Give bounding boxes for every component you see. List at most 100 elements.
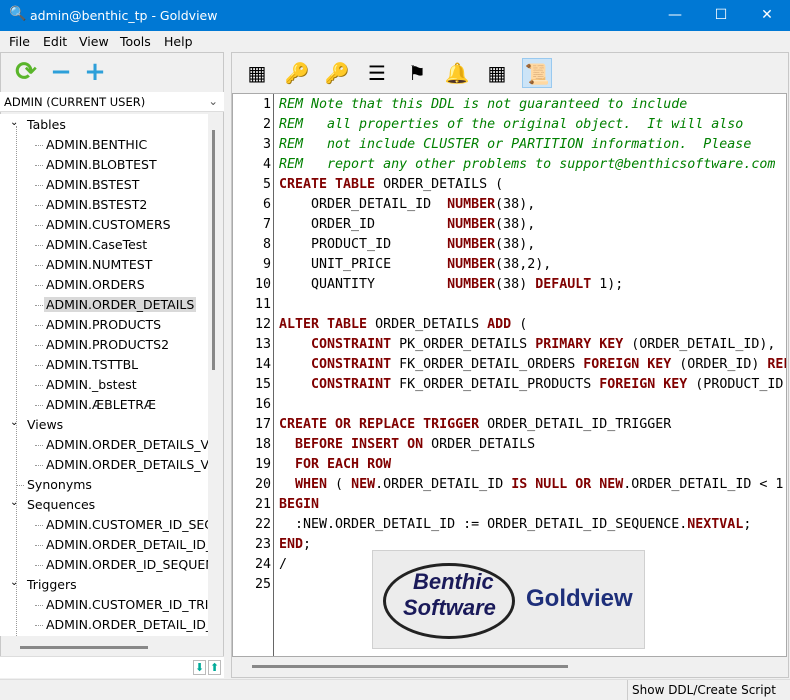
tree-item[interactable]: ADMIN.ORDER_DETAIL_ID_T bbox=[46, 617, 208, 632]
chevron-down-icon: ⌄ bbox=[208, 94, 218, 108]
expand-icon[interactable]: ⌄ bbox=[10, 497, 18, 508]
tree-item[interactable]: ADMIN.ÆBLETRÆ bbox=[46, 397, 156, 412]
schema-select[interactable]: ADMIN (CURRENT USER) ⌄ bbox=[0, 92, 224, 112]
sql-comment: REM all properties of the original objec… bbox=[279, 117, 744, 132]
numbered-list-icon[interactable]: ☰ bbox=[362, 58, 392, 88]
tree-vertical-scrollbar[interactable] bbox=[208, 114, 222, 636]
tree-horizontal-scrollbar[interactable] bbox=[20, 646, 148, 649]
tree-connector bbox=[35, 345, 43, 346]
tree-connector bbox=[35, 285, 43, 286]
tree-item[interactable]: ADMIN.ORDER_ID_SEQUEN bbox=[46, 557, 208, 572]
close-button[interactable]: ✕ bbox=[744, 0, 790, 31]
tree-item[interactable]: ADMIN.BSTEST2 bbox=[46, 197, 147, 212]
line-number: 6 bbox=[262, 197, 271, 212]
flag-icon[interactable]: ⚑ bbox=[402, 58, 432, 88]
tree-group[interactable]: Tables bbox=[27, 117, 66, 132]
tree-group[interactable]: Sequences bbox=[27, 497, 95, 512]
tree-item[interactable]: ADMIN.BENTHIC bbox=[46, 137, 147, 152]
sql-keyword: NUMBER bbox=[447, 257, 496, 272]
menu-file[interactable]: File bbox=[9, 34, 30, 49]
tree-connector bbox=[35, 465, 43, 466]
script-icon[interactable]: 📜 bbox=[522, 58, 552, 88]
sql-text: ORDER_DETAILS bbox=[423, 437, 536, 452]
tree-connector bbox=[35, 165, 43, 166]
tree-group[interactable]: Triggers bbox=[27, 577, 77, 592]
tree-item[interactable]: ADMIN.ORDERS bbox=[46, 277, 145, 292]
sql-text: (ORDER_DETAIL_ID), bbox=[623, 337, 776, 352]
menu-edit[interactable]: Edit bbox=[43, 34, 67, 49]
tree-item[interactable]: ADMIN.ORDER_DETAILS_VIE bbox=[46, 437, 208, 452]
menu-help[interactable]: Help bbox=[164, 34, 193, 49]
tree-item[interactable]: ADMIN._bstest bbox=[46, 377, 137, 392]
menu-view[interactable]: View bbox=[79, 34, 109, 49]
tree-item[interactable]: ADMIN.PRODUCTS bbox=[46, 317, 161, 332]
plus-icon[interactable]: + bbox=[82, 59, 108, 85]
logo-software: Software bbox=[403, 595, 496, 620]
move-down-icon[interactable]: ⬇ bbox=[193, 660, 206, 675]
gray-key-icon[interactable]: 🔑 bbox=[322, 58, 352, 88]
minimize-button[interactable]: — bbox=[652, 0, 698, 31]
tree-item[interactable]: ADMIN.BSTEST bbox=[46, 177, 139, 192]
maximize-button[interactable]: ☐ bbox=[698, 0, 744, 31]
expand-icon[interactable]: ⌄ bbox=[10, 577, 18, 588]
tree-connector bbox=[35, 185, 43, 186]
table-search-icon[interactable]: ▦ bbox=[482, 58, 512, 88]
sql-keyword: ALTER TABLE bbox=[279, 317, 368, 332]
expand-icon[interactable]: ⌄ bbox=[10, 417, 18, 428]
sql-keyword: FOREIGN KEY bbox=[599, 377, 688, 392]
tree-scrollbar-thumb[interactable] bbox=[212, 130, 215, 370]
tree-connector bbox=[35, 365, 43, 366]
line-number-gutter: 1 2 3 4 5 6 7 8 9 10 11 12 13 14 15 16 17 18 19 20 21 22 23 24 2… bbox=[233, 94, 274, 656]
tree-item[interactable]: ADMIN.ORDER_DETAILS_VIE bbox=[46, 457, 208, 472]
code-line: CONSTRAINT PK_ORDER_DETAILS PRIMARY KEY … bbox=[279, 337, 775, 352]
sql-text: ORDER_DETAILS bbox=[367, 317, 488, 332]
tree-item[interactable]: ADMIN.ORDER_DETAIL_ID_S bbox=[46, 537, 208, 552]
bell-icon[interactable]: 🔔 bbox=[442, 58, 472, 88]
line-number: 4 bbox=[262, 157, 271, 172]
line-number: 8 bbox=[262, 237, 271, 252]
sql-text: FK_ORDER_DETAIL_PRODUCTS bbox=[391, 377, 600, 392]
ddl-editor[interactable]: 1 2 3 4 5 6 7 8 9 10 11 12 13 14 15 16 17 18 19 20 21 22 23 24 2… bbox=[232, 93, 787, 657]
tree-group[interactable]: Views bbox=[27, 417, 63, 432]
tree-group[interactable]: Synonyms bbox=[27, 477, 92, 492]
tree-footer bbox=[0, 656, 224, 678]
sql-keyword: BEFORE INSERT ON bbox=[295, 437, 424, 452]
tree-item[interactable]: ADMIN.TSTTBL bbox=[46, 357, 138, 372]
table-settings-icon[interactable]: ▦ bbox=[242, 58, 272, 88]
tree-item[interactable]: ADMIN.PRODUCTS2 bbox=[46, 337, 169, 352]
editor-horizontal-scrollbar[interactable] bbox=[252, 665, 568, 668]
sql-text: (ORDER_ID) bbox=[671, 357, 768, 372]
code-line: ALTER TABLE ORDER_DETAILS ADD ( bbox=[279, 317, 527, 332]
sql-keyword: PRIMARY KEY bbox=[535, 337, 624, 352]
code-line: CONSTRAINT FK_ORDER_DETAIL_ORDERS FOREIG… bbox=[279, 357, 786, 372]
refresh-icon[interactable]: ⟳ bbox=[13, 59, 39, 85]
code-line: :NEW.ORDER_DETAIL_ID := ORDER_DETAIL_ID_… bbox=[279, 517, 751, 532]
tree-item[interactable]: ADMIN.CaseTest bbox=[46, 237, 147, 252]
move-up-icon[interactable]: ⬆ bbox=[208, 660, 221, 675]
code-line: REM all properties of the original objec… bbox=[279, 117, 743, 132]
tree-connector bbox=[35, 405, 43, 406]
tree-item[interactable]: ADMIN.CUSTOMER_ID_TRIG bbox=[46, 597, 208, 612]
menu-tools[interactable]: Tools bbox=[120, 34, 151, 49]
tree-item[interactable]: ADMIN.CUSTOMERS bbox=[46, 217, 171, 232]
tree-connector bbox=[35, 385, 43, 386]
tree-item[interactable]: ADMIN.BLOBTEST bbox=[46, 157, 157, 172]
tree-item[interactable]: ADMIN.NUMTEST bbox=[46, 257, 152, 272]
line-number: 7 bbox=[262, 217, 271, 232]
tree-item[interactable]: ADMIN.ORDER_DETAILS bbox=[44, 297, 197, 312]
code-line: BEGIN bbox=[279, 497, 319, 512]
sql-keyword: DEFAULT bbox=[535, 277, 592, 292]
tree-connector bbox=[35, 565, 43, 566]
sql-text: :NEW.ORDER_DETAIL_ID := ORDER_DETAIL_ID_… bbox=[279, 517, 688, 532]
line-number: 25 bbox=[254, 577, 271, 592]
minus-icon[interactable]: − bbox=[48, 59, 74, 85]
code-line: ORDER_ID NUMBER(38), bbox=[279, 217, 535, 232]
key-icon[interactable]: 🔑 bbox=[282, 58, 312, 88]
expand-icon[interactable]: ⌄ bbox=[10, 117, 18, 128]
sql-comment: REM report any other problems to support… bbox=[279, 157, 776, 172]
tree-item[interactable]: ADMIN.CUSTOMER_ID_SEQ bbox=[46, 517, 208, 532]
